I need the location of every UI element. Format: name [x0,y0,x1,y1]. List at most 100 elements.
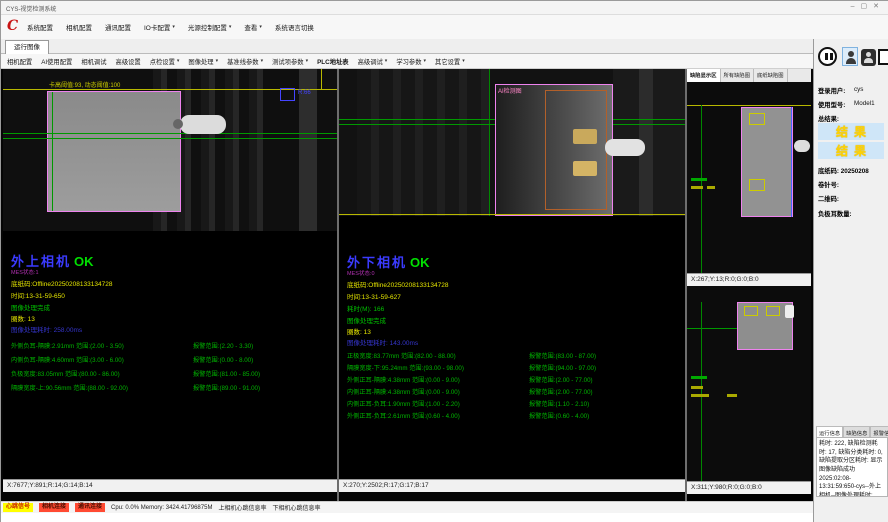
result-ok-badge: OK [410,255,430,270]
bottom-filler [1,513,813,522]
dropdown-arrow-icon: ▾ [385,58,388,64]
toolbar-label: 图像处理 [188,57,213,66]
defect-panel: 缺陷显示区 所有缺陷图 底纸缺陷图 X:267;Y:13;R:0;G:0;B:0 [687,69,811,501]
mes-status: MES状态:1 [11,268,39,276]
menu-item-system-config[interactable]: 系统配置 [27,22,53,32]
menu-items: 系统配置 相机配置 通讯配置 IO卡配置▾ 光源控制配置▾ 查看▾ 系统语言切换 [27,22,314,32]
menu-label: 通讯配置 [105,22,131,32]
alarm-range: 报警范围:(2.00 - 77.00) [529,375,593,384]
green-vertical-line [489,69,490,216]
lower-camera-view: AI检测图 外下相机OK MES状态:0 底纸码:Offline20250208… [339,69,685,492]
close-icon[interactable]: ✕ [873,3,885,10]
green-measure-line [687,328,737,329]
toolbar-ai-config[interactable]: AI使用配置 [41,57,72,66]
toolbar-plc-address[interactable]: PLC地址表 [317,57,349,66]
yellow-roi-box [749,179,765,191]
menu-item-view[interactable]: 查看▾ [244,22,262,32]
needle-number-label: 卷针号: [818,180,839,189]
gripper-tip [785,305,794,318]
tab-all-defects[interactable]: 所有缺陷图 [721,69,755,82]
process-done-text: 图像处理完成 [11,302,50,312]
lower-camera-heartbeat: 下相机心跳信息率 [272,503,320,512]
lower-camera-image[interactable]: AI检测图 [339,69,685,216]
tab-defect-display[interactable]: 缺陷显示区 [687,69,721,82]
menu-label: 系统语言切换 [275,22,314,32]
heartbeat-badge: 心跳信号 [3,503,33,512]
camera-name: 外下相机 [347,255,407,270]
measurement-row: 隔膜宽度-下:95.24mm 范围:(93.00 - 98.00)报警范围:(9… [347,363,683,372]
yellow-reference-line [687,105,811,106]
menu-label: 光源控制配置 [188,22,227,32]
toolbar-label: PLC地址表 [317,57,349,66]
ai-region-label: AI检测图 [498,86,522,95]
log-panel[interactable]: 耗时: 222, 缺陷检测耗时: 17, 缺陷分类耗时: 0, 缺陷提取分区耗时… [816,437,888,497]
menu-item-camera-config[interactable]: 相机配置 [66,22,92,32]
upper-thumbnail-image[interactable] [687,82,811,273]
measurement-row: 外侧正耳-负耳:2.61mm 范围:(0.60 - 4.00)报警范围:(0.6… [347,411,683,420]
measurement-value: 隔膜宽度-下:95.24mm 范围:(93.00 - 98.00) [347,363,529,372]
maximize-icon[interactable]: ▢ [861,3,874,10]
measurement-value: 正极宽度:83.77mm 范围:(82.00 - 88.00) [347,351,529,360]
process-done-text: 图像处理完成 [347,315,386,325]
electrode-tab [573,129,597,144]
roi-label: R:66 [298,90,311,96]
tiny-overlay-text-mark [707,186,715,189]
tab-run-image[interactable]: 运行图像 [5,40,49,54]
dropdown-arrow-icon: ▾ [229,24,232,30]
comm-connect-badge: 通讯连接 [75,503,105,512]
menu-item-comm-config[interactable]: 通讯配置 [105,22,131,32]
turn-count-text: 圈数: 13 [11,313,35,323]
tiny-overlay-text-mark [727,394,737,397]
pause-button[interactable] [818,47,838,68]
gripper-tip [173,119,183,129]
measurement-value: 内侧正耳-隔膜:4.38mm 范围:(0.00 - 9.00) [347,387,529,396]
logout-button[interactable] [878,47,888,68]
lower-thumbnail-statusbar: X:311;Y:980;R:0;G:0;B:0 [687,481,811,494]
upper-camera-statusbar: X:7677;Y:891;R:14;G:14;B:14 [3,479,337,492]
tab-paper-defects[interactable]: 底纸缺陷图 [754,69,788,82]
login-user-button[interactable] [842,47,862,68]
logout-door-icon [878,49,888,65]
model-label: 使用型号: [818,100,845,109]
turn-count-text: 圈数: 13 [347,326,371,336]
toolbar-baseline-params[interactable]: 基准线参数▾ [227,57,263,66]
green-vertical-line [701,302,702,481]
tiny-overlay-text-mark [691,386,703,389]
measurement-value: 外侧正耳-隔膜:4.38mm 范围:(0.00 - 9.00) [347,375,529,384]
result-badge-upper: 结果 [818,123,884,140]
toolbar-other-settings[interactable]: 其它设置▾ [435,57,465,66]
toolbar-advanced-debug[interactable]: 高级调试▾ [358,57,388,66]
menu-item-light-control[interactable]: 光源控制配置▾ [188,22,232,32]
menu-label: 系统配置 [27,22,53,32]
negative-tab-count-label: 负极耳数量: [818,209,852,218]
toolbar-image-processing[interactable]: 图像处理▾ [188,57,218,66]
green-measure-line [3,133,337,134]
cpu-memory-status: Cpu: 0.0% Memory: 3424.41796875M [111,505,212,511]
menu-item-io-config[interactable]: IO卡配置▾ [144,22,175,32]
measurement-row: 内侧负耳-隔膜:4.60mm 范围:(3.00 - 6.00)报警范围:(0.0… [11,355,335,364]
dropdown-arrow-icon: ▾ [216,58,219,64]
toolbar-learning-params[interactable]: 学习参数▾ [396,57,426,66]
menu-item-language-switch[interactable]: 系统语言切换 [275,22,314,32]
toolbar-camera-debug[interactable]: 相机调试 [81,57,106,66]
alarm-range: 报警范围:(81.00 - 85.00) [193,369,260,378]
user-lock-icon [861,49,876,66]
paper-code-label: 底纸码: 20250208 [818,166,869,175]
result-ok-badge: OK [74,254,94,269]
lower-thumbnail-image[interactable] [687,286,811,481]
camera-name: 外上相机 [11,254,71,269]
toolbar-spot-check[interactable]: 点检设置▾ [150,57,180,66]
dropdown-arrow-icon: ▾ [261,58,264,64]
toolbar-label: 学习参数 [396,57,421,66]
defect-panel-tabs: 缺陷显示区 所有缺陷图 底纸缺陷图 [687,69,811,82]
barcode-text: 底纸码:Offline20250208133134728 [11,278,112,288]
toolbar-camera-config[interactable]: 相机配置 [7,57,32,66]
mes-status: MES状态:0 [347,269,375,277]
menu-label: 查看 [244,22,257,32]
toolbar-advanced-settings[interactable]: 高级设置 [116,57,141,66]
toolbar-test-params[interactable]: 测试项参数▾ [272,57,308,66]
minimize-icon[interactable]: – [851,3,861,10]
upper-camera-heartbeat: 上相机心跳信息率 [218,503,266,512]
upper-camera-image[interactable]: R:66 卡高阈值:93, 动态阈值:100 [3,69,337,231]
total-result-label: 总结果: [818,114,839,123]
